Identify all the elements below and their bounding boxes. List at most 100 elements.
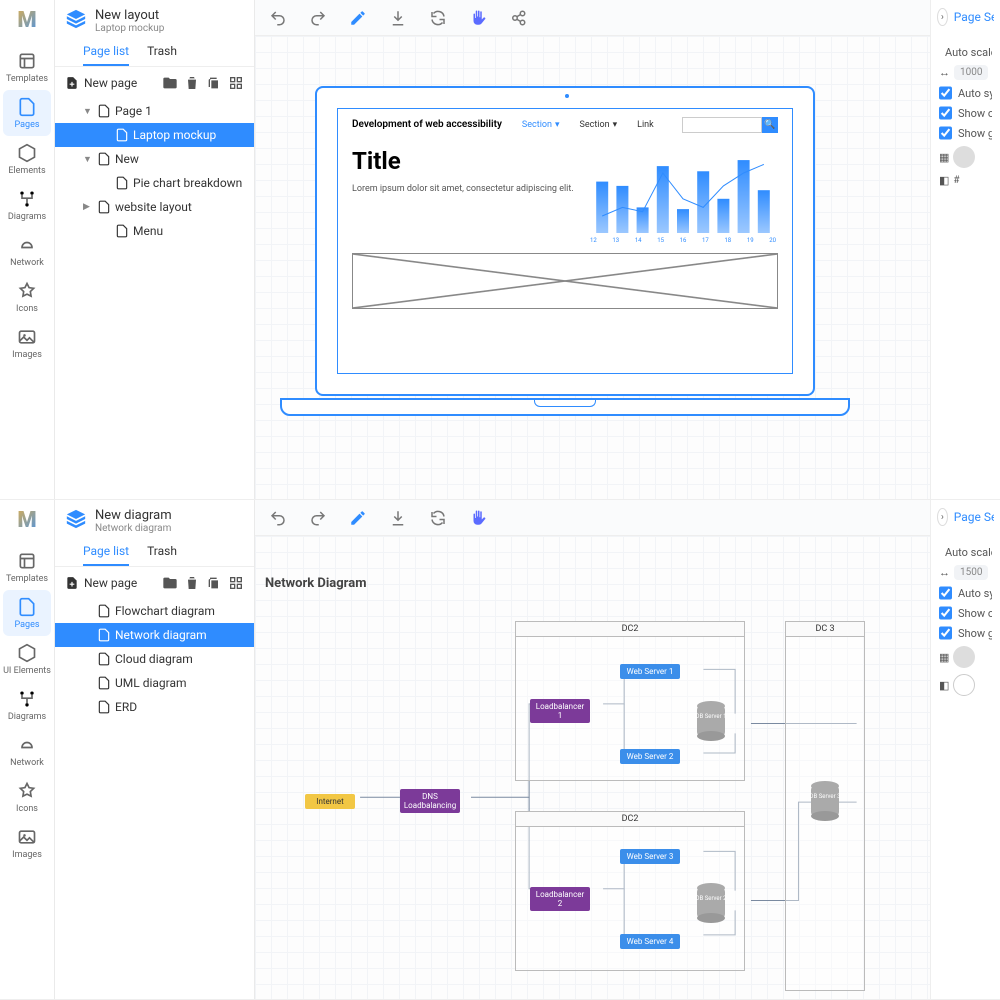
size-row[interactable]: ↔1000: [939, 65, 992, 80]
canvas[interactable]: Network Diagram: [255, 536, 1000, 999]
share-icon[interactable]: [509, 9, 527, 27]
node-lb1[interactable]: Loadbalancer 1: [530, 699, 590, 723]
check-autosync[interactable]: Auto sync: [939, 586, 992, 600]
refresh-icon[interactable]: [429, 9, 447, 27]
tree-row[interactable]: ▼New: [55, 147, 254, 171]
tab-pagelist[interactable]: Page list: [83, 544, 129, 566]
iconbar-icons[interactable]: Icons: [3, 274, 51, 320]
node-db2[interactable]: DB Server 2: [697, 888, 725, 928]
iconbar-templates[interactable]: Templates: [3, 544, 51, 590]
tree-row[interactable]: Flowchart diagram: [55, 599, 254, 623]
layers-icon[interactable]: [65, 508, 87, 534]
iconbar-network[interactable]: Network: [3, 228, 51, 274]
trash-icon[interactable]: [184, 575, 200, 591]
pen-icon[interactable]: [349, 9, 367, 27]
refresh-icon[interactable]: [429, 509, 447, 527]
tree-row[interactable]: Menu: [55, 219, 254, 243]
new-page-button[interactable]: New page: [65, 576, 137, 590]
nav-section-2[interactable]: Section ▾: [580, 120, 618, 130]
canvas-area: Development of web accessibility Section…: [255, 0, 1000, 499]
tab-trash[interactable]: Trash: [147, 544, 177, 566]
check-showobj[interactable]: Show objects: [939, 106, 992, 120]
new-page-button[interactable]: New page: [65, 76, 137, 90]
tree-row[interactable]: Cloud diagram: [55, 647, 254, 671]
undo-icon[interactable]: [269, 509, 287, 527]
canvas[interactable]: Development of web accessibility Section…: [255, 36, 1000, 499]
redo-icon[interactable]: [309, 9, 327, 27]
folder-icon[interactable]: [162, 75, 178, 91]
logo[interactable]: M: [11, 4, 43, 36]
sidebar-title: New layout: [95, 8, 164, 23]
grid-icon[interactable]: ▦: [939, 151, 949, 164]
redo-icon[interactable]: [309, 509, 327, 527]
node-ws1[interactable]: Web Server 1: [620, 664, 680, 679]
hand-icon[interactable]: [469, 509, 487, 527]
pen-icon[interactable]: [349, 509, 367, 527]
collapse-panel-button[interactable]: ›: [937, 508, 948, 526]
sidebar-title: New diagram: [95, 508, 172, 523]
iconbar-icons[interactable]: Icons: [3, 774, 51, 820]
nav-section-1[interactable]: Section ▾: [522, 120, 560, 130]
iconbar-pages[interactable]: Pages: [3, 90, 51, 136]
layers-icon[interactable]: [65, 8, 87, 34]
toolbar: [255, 0, 1000, 36]
grid-icon[interactable]: ▦: [939, 651, 949, 664]
sidebar-subtitle: Network diagram: [95, 523, 172, 534]
node-lb2[interactable]: Loadbalancer 2: [530, 887, 590, 911]
search-button[interactable]: 🔍: [762, 117, 778, 133]
nav-link[interactable]: Link: [637, 120, 654, 130]
mock-brand: Development of web accessibility: [352, 119, 502, 131]
iconbar-diagrams[interactable]: Diagrams: [3, 682, 51, 728]
fill-icon[interactable]: ◧: [939, 174, 949, 187]
iconbar-images[interactable]: Images: [3, 820, 51, 866]
iconbar: M TemplatesPagesElementsDiagramsNetworkI…: [0, 0, 55, 499]
color-swatch[interactable]: [953, 646, 975, 668]
download-icon[interactable]: [389, 509, 407, 527]
tree-row[interactable]: Pie chart breakdown: [55, 171, 254, 195]
tree-row[interactable]: ▼Page 1: [55, 99, 254, 123]
iconbar-elements[interactable]: UI Elements: [3, 636, 51, 682]
tab-trash[interactable]: Trash: [147, 44, 177, 66]
hand-icon[interactable]: [469, 9, 487, 27]
iconbar-diagrams[interactable]: Diagrams: [3, 182, 51, 228]
logo[interactable]: M: [11, 504, 43, 536]
sidebar-subtitle: Laptop mockup: [95, 23, 164, 34]
check-showgrid[interactable]: Show grid: [939, 126, 992, 140]
node-db1[interactable]: DB Server 1: [697, 706, 725, 746]
node-dns[interactable]: DNS Loadbalancing: [400, 789, 460, 813]
check-showobj[interactable]: Show objects: [939, 606, 992, 620]
node-internet[interactable]: Internet: [305, 794, 355, 809]
tree-row[interactable]: ERD: [55, 695, 254, 719]
copy-icon[interactable]: [206, 75, 222, 91]
search-input[interactable]: [682, 117, 762, 133]
mock-chart: 121314151617181920: [588, 147, 778, 243]
right-panel-title: Page Settings: [954, 10, 994, 24]
iconbar-templates[interactable]: Templates: [3, 44, 51, 90]
check-autosync[interactable]: Auto sync: [939, 86, 992, 100]
iconbar-pages[interactable]: Pages: [3, 590, 51, 636]
copy-icon[interactable]: [206, 575, 222, 591]
tree-row[interactable]: Network diagram: [55, 623, 254, 647]
node-ws3[interactable]: Web Server 3: [620, 849, 680, 864]
collapse-panel-button[interactable]: ›: [937, 8, 948, 26]
laptop-mockup[interactable]: Development of web accessibility Section…: [280, 86, 850, 446]
iconbar-images[interactable]: Images: [3, 320, 51, 366]
grid-icon[interactable]: [228, 575, 244, 591]
iconbar-network[interactable]: Network: [3, 728, 51, 774]
trash-icon[interactable]: [184, 75, 200, 91]
color-swatch[interactable]: [953, 146, 975, 168]
node-db3[interactable]: DB Server 3: [811, 786, 839, 826]
folder-icon[interactable]: [162, 575, 178, 591]
undo-icon[interactable]: [269, 9, 287, 27]
check-showgrid[interactable]: Show grid: [939, 626, 992, 640]
grid-icon[interactable]: [228, 75, 244, 91]
tree-row[interactable]: UML diagram: [55, 671, 254, 695]
iconbar-elements[interactable]: Elements: [3, 136, 51, 182]
tab-pagelist[interactable]: Page list: [83, 44, 129, 66]
download-icon[interactable]: [389, 9, 407, 27]
tree-row[interactable]: Laptop mockup: [55, 123, 254, 147]
fill-icon[interactable]: ◧: [939, 679, 949, 692]
node-ws4[interactable]: Web Server 4: [620, 934, 680, 949]
tree-row[interactable]: ▶website layout: [55, 195, 254, 219]
node-ws2[interactable]: Web Server 2: [620, 749, 680, 764]
